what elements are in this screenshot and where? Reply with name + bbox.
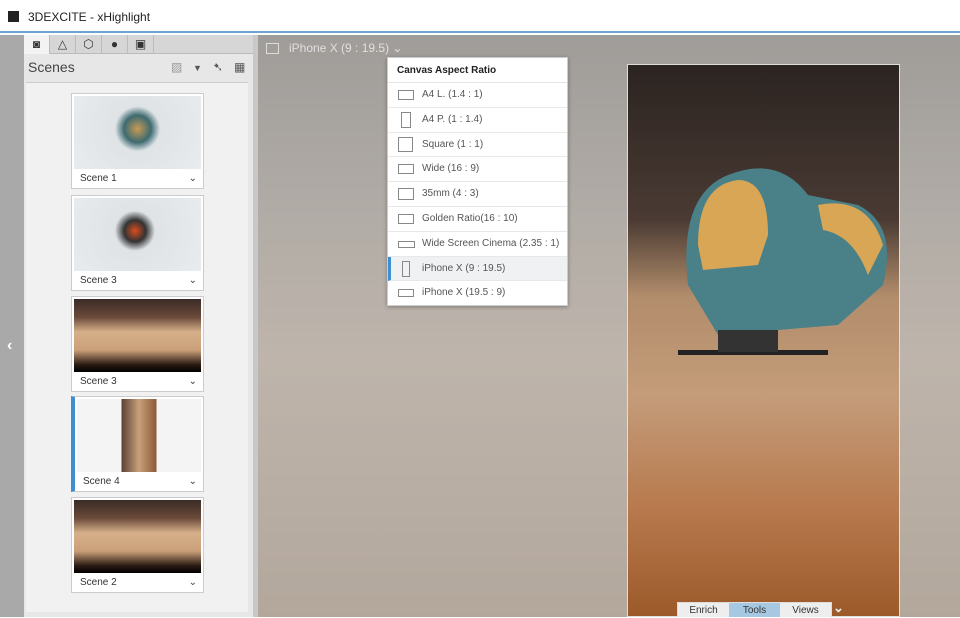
tab-camera[interactable]: ◙ [24,35,50,54]
tab-gallery[interactable]: ▣ [128,35,154,54]
app-logo-icon [8,11,19,22]
square-frame-icon [398,136,413,152]
dropdown-icon[interactable]: ▼ [193,63,202,73]
menu-item-label: A4 P. (1 : 1.4) [422,113,483,125]
menu-item-label: iPhone X (19.5 : 9) [422,287,506,299]
title-bar: 3DEXCITE - xHighlight [0,0,960,33]
tab-materials[interactable]: ⬡ [76,35,102,54]
scene-thumbnail [74,500,201,573]
menu-item-a4-landscape[interactable]: A4 L. (1.4 : 1) [388,83,567,108]
scene-label: Scene 3 [80,376,117,387]
portrait-frame-icon [401,111,411,128]
render-frame[interactable] [627,64,900,617]
chevron-down-icon[interactable]: ⌄ [189,169,197,188]
chevron-down-icon: ⌄ [392,41,403,55]
scene-label: Scene 2 [80,577,117,588]
chevron-down-icon[interactable]: ⌄ [189,573,197,592]
image-icon[interactable]: ▨ [171,60,182,74]
tab-tools[interactable]: Tools [729,603,780,617]
scene-thumbnail [74,299,201,372]
scene-card[interactable]: Scene 3 ⌄ [71,296,204,392]
aspect-ratio-value: iPhone X (9 : 19.5) [289,41,390,55]
panel-title: Scenes [28,59,75,75]
tab-views[interactable]: Views [780,603,831,617]
scene-label: Scene 4 [83,476,120,487]
viewport-canvas[interactable]: iPhone X (9 : 19.5) ⌄ [258,35,960,617]
menu-item-cinema[interactable]: Wide Screen Cinema (2.35 : 1) [388,232,567,257]
jigsaw-model [678,168,888,355]
scene-label: Scene 1 [80,173,117,184]
tab-shapes[interactable]: △ [50,35,76,54]
aspect-ratio-menu: Canvas Aspect Ratio A4 L. (1.4 : 1) A4 P… [387,57,568,306]
collapse-strip[interactable]: ‹ [0,35,24,617]
cinema-frame-icon [398,240,415,248]
scene-thumbnail [74,198,201,271]
menu-item-label: Wide Screen Cinema (2.35 : 1) [422,237,560,249]
tab-enrich[interactable]: Enrich [678,603,729,617]
menu-item-label: iPhone X (9 : 19.5) [422,262,506,274]
frame-icon [266,43,279,55]
menu-item-wide[interactable]: Wide (16 : 9) [388,157,567,183]
grid-view-icon[interactable]: ▦ [234,60,245,74]
35mm-frame-icon [398,188,414,201]
app-title: 3DEXCITE - xHighlight [28,10,151,24]
wide-frame-icon [398,164,414,175]
menu-item-iphone-landscape[interactable]: iPhone X (19.5 : 9) [388,281,567,306]
scene-card[interactable]: Scene 3 ⌄ [71,195,204,291]
menu-item-label: A4 L. (1.4 : 1) [422,89,483,100]
aspect-ratio-selector[interactable]: iPhone X (9 : 19.5) ⌄ [266,41,402,55]
menu-item-golden-ratio[interactable]: Golden Ratio(16 : 10) [388,207,567,232]
landscape-frame-icon [398,90,414,100]
menu-item-iphone-portrait[interactable]: iPhone X (9 : 19.5) [388,256,567,282]
menu-item-35mm[interactable]: 35mm (4 : 3) [388,182,567,207]
scene-card[interactable]: Scene 4 ⌄ [71,396,204,492]
scene-list: Scene 1 ⌄ Scene 3 ⌄ Scene 3 ⌄ Scene 4 ⌄ Scen… [26,82,248,612]
scene-thumbnail [77,399,201,472]
scene-label: Scene 3 [80,275,117,286]
bottom-tabs: Enrich Tools Views [677,602,832,617]
menu-item-label: 35mm (4 : 3) [422,188,479,200]
golden-frame-icon [398,213,414,224]
menu-item-label: Square (1 : 1) [422,138,484,150]
tab-environment[interactable]: ● [102,35,128,54]
menu-item-label: Wide (16 : 9) [422,163,480,175]
scenes-panel: ◙ △ ⬡ ● ▣ Scenes ▨ ▼ ➷ ▦ Scene 1 ⌄ Scene … [24,35,253,617]
scene-card[interactable]: Scene 1 ⌄ [71,93,204,189]
menu-item-label: Golden Ratio(16 : 10) [422,212,518,224]
chevron-down-icon[interactable]: ⌄ [189,372,197,391]
chevron-down-icon[interactable]: ⌄ [833,600,844,616]
pointer-icon[interactable]: ➷ [213,60,223,74]
phone-portrait-icon [402,260,410,277]
chevron-down-icon[interactable]: ⌄ [189,472,197,491]
panel-tabs: ◙ △ ⬡ ● ▣ [24,35,253,54]
menu-item-a4-portrait[interactable]: A4 P. (1 : 1.4) [388,108,567,133]
scene-card[interactable]: Scene 2 ⌄ [71,497,204,593]
menu-title: Canvas Aspect Ratio [388,58,567,83]
menu-item-square[interactable]: Square (1 : 1) [388,133,567,158]
scene-thumbnail [74,96,201,169]
phone-landscape-icon [398,289,414,298]
chevron-left-icon[interactable]: ‹ [7,337,12,355]
chevron-down-icon[interactable]: ⌄ [189,271,197,290]
